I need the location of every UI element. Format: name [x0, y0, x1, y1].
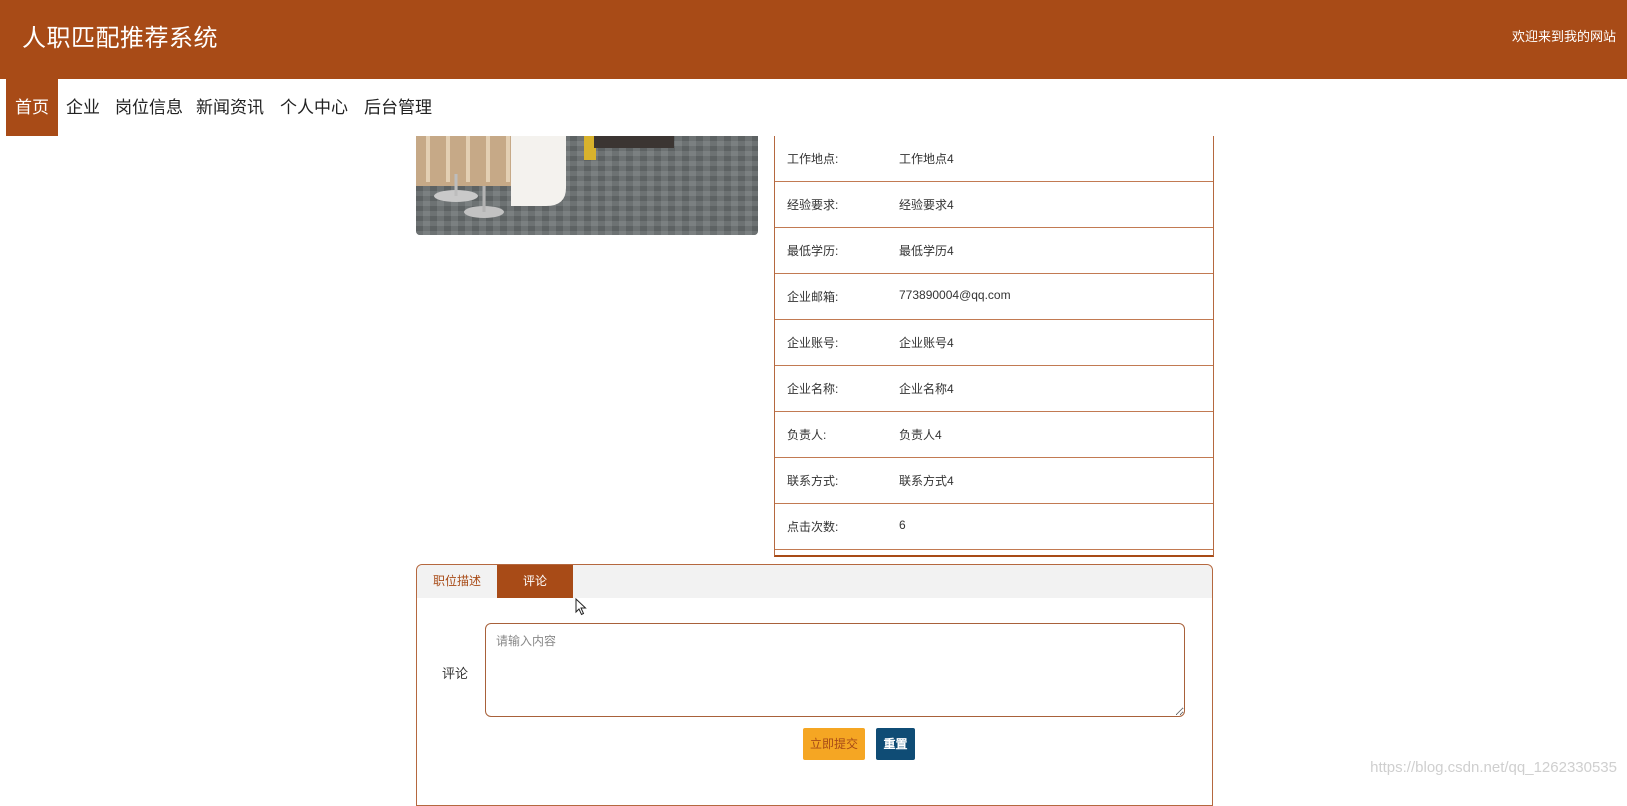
site-header: 人职匹配推荐系统 欢迎来到我的网站 [0, 0, 1627, 79]
nav-item-home[interactable]: 首页 [6, 79, 58, 136]
detail-value: 工作地点4 [899, 152, 954, 166]
welcome-text: 欢迎来到我的网站 [1511, 29, 1616, 44]
detail-label: 企业名称: [787, 382, 839, 396]
mouse-cursor-icon [575, 597, 587, 621]
detail-value: 最低学历4 [899, 244, 954, 258]
detail-row-company-name: 企业名称: 企业名称4 [775, 366, 1213, 412]
reset-button[interactable]: 重置 [876, 728, 915, 760]
detail-row-clicks: 点击次数: 6 [775, 504, 1213, 550]
detail-row-contact-person: 负责人: 负责人4 [775, 412, 1213, 458]
detail-label: 企业邮箱: [787, 290, 839, 304]
detail-value: 6 [899, 518, 906, 532]
tab-job-description[interactable]: 职位描述 [417, 565, 497, 598]
detail-label: 工作地点: [787, 152, 839, 166]
detail-label: 负责人: [787, 428, 827, 442]
detail-row-phone: 联系方式: 联系方式4 [775, 458, 1213, 504]
tab-bar: 职位描述 评论 [417, 565, 1212, 598]
detail-value: 负责人4 [899, 428, 942, 442]
comment-label: 评论 [442, 666, 469, 681]
detail-label: 联系方式: [787, 474, 839, 488]
detail-value: 773890004@qq.com [899, 288, 1011, 302]
detail-value: 企业名称4 [899, 382, 954, 396]
detail-row-email: 企业邮箱: 773890004@qq.com [775, 274, 1213, 320]
site-title[interactable]: 人职匹配推荐系统 [22, 18, 218, 53]
nav-item-admin[interactable]: 后台管理 [364, 79, 432, 136]
nav-item-news[interactable]: 新闻资讯 [196, 79, 264, 136]
comment-textarea[interactable] [485, 623, 1185, 717]
office-photo [416, 136, 758, 235]
detail-value: 经验要求4 [899, 198, 954, 212]
detail-value: 联系方式4 [899, 474, 954, 488]
detail-row-experience: 经验要求: 经验要求4 [775, 182, 1213, 228]
detail-row-location: 工作地点: 工作地点4 [775, 136, 1213, 182]
main-nav: 首页 企业 岗位信息 新闻资讯 个人中心 后台管理 [0, 79, 1627, 136]
nav-item-jobs[interactable]: 岗位信息 [115, 79, 183, 136]
detail-label: 最低学历: [787, 244, 839, 258]
office-photo-image [416, 136, 758, 235]
job-detail-table: 工作地点: 工作地点4 经验要求: 经验要求4 最低学历: 最低学历4 企业邮箱… [774, 136, 1214, 557]
detail-value: 企业账号4 [899, 336, 954, 350]
detail-row-education: 最低学历: 最低学历4 [775, 228, 1213, 274]
detail-label: 点击次数: [787, 520, 839, 534]
detail-label: 经验要求: [787, 198, 839, 212]
tab-comments[interactable]: 评论 [497, 565, 573, 598]
nav-item-company[interactable]: 企业 [66, 79, 100, 136]
submit-button[interactable]: 立即提交 [803, 728, 865, 760]
nav-item-profile[interactable]: 个人中心 [280, 79, 348, 136]
detail-label: 企业账号: [787, 336, 839, 350]
watermark: https://blog.csdn.net/qq_1262330535 [1370, 759, 1617, 776]
detail-row-account: 企业账号: 企业账号4 [775, 320, 1213, 366]
tabs-panel: 职位描述 评论 评论 立即提交 重置 [416, 564, 1213, 806]
